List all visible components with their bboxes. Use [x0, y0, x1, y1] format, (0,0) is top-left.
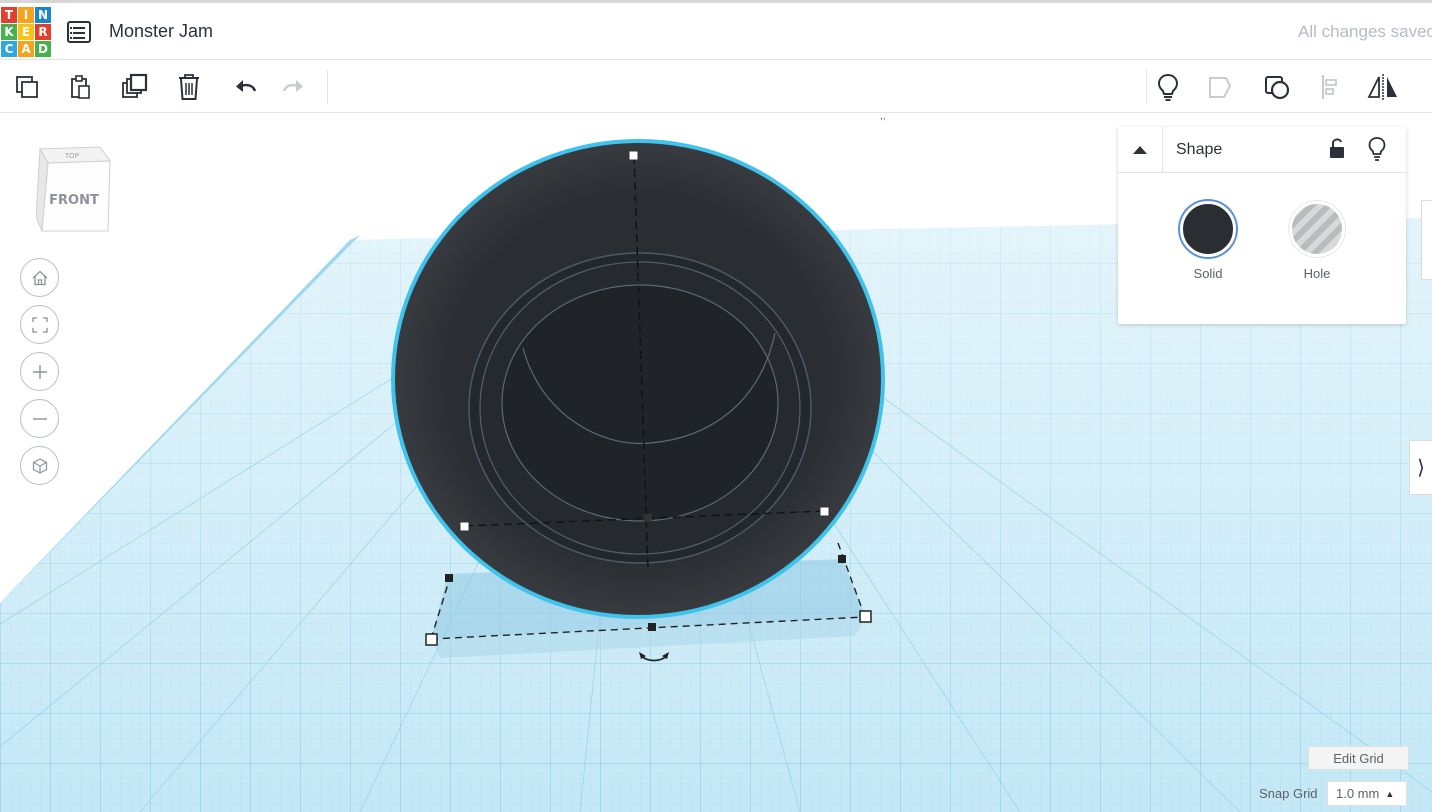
cube-icon	[32, 457, 47, 474]
copy-icon	[16, 76, 38, 98]
redo-button[interactable]	[280, 70, 328, 104]
unlock-icon	[1330, 138, 1344, 158]
caret-up-icon	[1133, 146, 1147, 154]
logo-letter: D	[35, 41, 51, 57]
visibility-toggle[interactable]	[1366, 136, 1388, 162]
side-handle[interactable]	[648, 623, 656, 631]
logo-letter: E	[18, 24, 34, 40]
chevron-right-icon: ⟩	[1417, 457, 1425, 479]
title-bar: T I N K E R C A D Monster Jam All change…	[0, 0, 1432, 60]
side-handle[interactable]	[445, 574, 453, 582]
corner-handle[interactable]	[459, 521, 470, 532]
logo-letter: T	[1, 7, 17, 23]
redo-icon	[282, 80, 303, 92]
toolbar	[0, 60, 1432, 113]
home-icon	[32, 270, 47, 285]
document-title[interactable]: Monster Jam	[109, 21, 213, 42]
center-handle[interactable]	[644, 514, 652, 522]
view-cube[interactable]: TOP FRONT	[36, 143, 114, 233]
mirror-button[interactable]	[1366, 70, 1400, 104]
shape-panel-title: Shape	[1176, 141, 1223, 158]
mirror-icon	[1367, 74, 1397, 100]
side-panel-tab[interactable]	[1421, 200, 1432, 280]
svg-text:,,: ,,	[880, 113, 886, 122]
zoom-out-button[interactable]	[20, 399, 59, 438]
save-status: All changes saved	[1298, 22, 1432, 41]
viewcube-front-label: FRONT	[49, 193, 99, 208]
viewcube-top-label: TOP	[65, 153, 80, 160]
design-list-icon[interactable]	[67, 21, 91, 43]
ungroup-button[interactable]	[1260, 70, 1294, 104]
corner-handle[interactable]	[859, 610, 872, 623]
minus-icon	[32, 417, 47, 420]
snap-grid-value: 1.0 mm	[1336, 786, 1380, 801]
logo-letter: K	[1, 24, 17, 40]
hole-label: Hole	[1303, 266, 1331, 281]
perspective-button[interactable]	[20, 446, 59, 485]
plus-icon	[32, 364, 47, 379]
show-all-button[interactable]	[1146, 70, 1188, 104]
solid-swatch[interactable]	[1180, 201, 1236, 257]
trash-icon	[179, 74, 199, 100]
logo-letter: R	[35, 24, 51, 40]
fit-view-button[interactable]	[20, 305, 59, 344]
edit-grid-button[interactable]: Edit Grid	[1308, 746, 1409, 770]
shape-panel-header: Shape	[1118, 127, 1406, 173]
duplicate-button[interactable]	[118, 70, 152, 104]
tinkercad-editor: T I N K E R C A D Monster Jam All change…	[0, 0, 1432, 812]
logo-letter: A	[18, 41, 34, 57]
hole-swatch[interactable]	[1289, 201, 1345, 257]
collapse-panel-button[interactable]	[1118, 127, 1163, 173]
logo-letter: C	[1, 41, 17, 57]
caret-up-icon: ▲	[1385, 788, 1395, 799]
undo-button[interactable]	[228, 70, 262, 104]
corner-handle[interactable]	[425, 633, 438, 646]
snap-grid-select[interactable]: 1.0 mm ▲	[1327, 781, 1407, 806]
shape-inspector-panel: Shape Solid Hole	[1118, 127, 1406, 324]
zoom-in-button[interactable]	[20, 352, 59, 391]
tire-shape[interactable]	[391, 139, 885, 619]
paste-button[interactable]	[63, 70, 97, 104]
logo-letter: I	[18, 7, 34, 23]
corner-handle[interactable]	[819, 506, 830, 517]
paste-icon	[71, 75, 90, 99]
tinkercad-logo[interactable]: T I N K E R C A D	[1, 7, 55, 58]
lightbulb-icon	[1368, 137, 1386, 161]
snap-grid-label: Snap Grid	[1259, 786, 1318, 801]
align-button[interactable]	[1314, 70, 1348, 104]
fit-icon	[31, 316, 48, 333]
lock-toggle[interactable]	[1326, 137, 1348, 161]
logo-letter: N	[35, 7, 51, 23]
solid-label: Solid	[1193, 266, 1223, 281]
undo-icon	[236, 80, 257, 92]
height-handle[interactable]	[628, 150, 639, 161]
lightbulb-icon	[1157, 73, 1178, 101]
home-view-button[interactable]	[20, 258, 59, 297]
duplicate-icon	[122, 73, 148, 98]
side-panel-toggle[interactable]: ⟩	[1409, 440, 1432, 495]
side-handle[interactable]	[838, 555, 846, 563]
delete-button[interactable]	[172, 70, 206, 104]
align-icon	[1322, 75, 1337, 99]
group-button[interactable]	[1203, 70, 1237, 104]
group-icon	[1209, 77, 1232, 98]
copy-button[interactable]	[10, 70, 44, 104]
ungroup-icon	[1265, 76, 1290, 100]
